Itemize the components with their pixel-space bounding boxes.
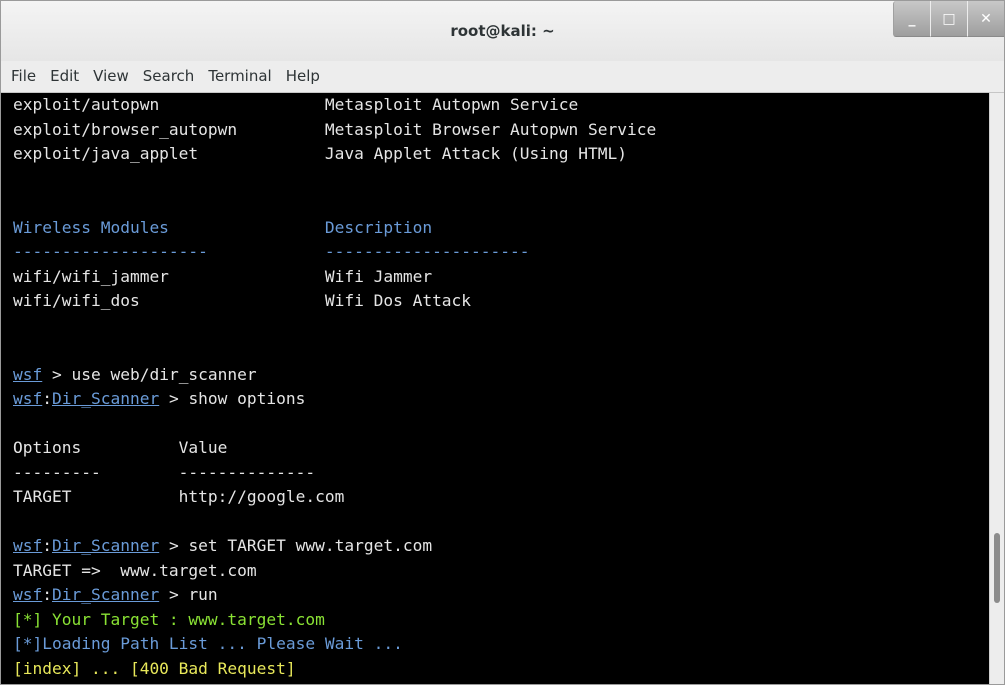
terminal-text: : [42,389,52,408]
terminal-line: wsf > use web/dir_scanner [13,363,991,388]
menu-edit[interactable]: Edit [43,61,86,92]
terminal-line: wifi/wifi_jammer Wifi Jammer [13,265,991,290]
terminal-text: exploit/browser_autopwn Metasploit Brows… [13,119,657,139]
window-controls: _ □ ✕ [893,1,1004,37]
menu-file[interactable]: File [1,61,43,92]
terminal-output[interactable]: exploit/autopwn Metasploit Autopwn Servi… [1,93,991,684]
terminal-text: Options Value [13,438,228,457]
menu-search[interactable]: Search [136,61,202,92]
prompt-link[interactable]: Dir_Scanner [52,389,159,408]
terminal-line: TARGET => www.target.com [13,559,991,584]
terminal-line: [*]Loading Path List ... Please Wait ... [13,632,991,657]
prompt-link[interactable]: Dir_Scanner [52,585,159,604]
prompt-link[interactable]: wsf [13,365,42,384]
terminal-text: wifi/wifi_dos Wifi Dos Attack [13,291,472,310]
terminal-text: Wireless Modules Description [13,217,433,237]
prompt-link[interactable]: wsf [13,389,42,408]
minimize-button[interactable]: _ [893,1,930,37]
prompt-link[interactable]: wsf [13,585,42,604]
menu-help[interactable]: Help [279,61,327,92]
vertical-scrollbar[interactable] [989,93,1004,684]
terminal-text: wifi/wifi_jammer Wifi Jammer [13,266,433,286]
terminal-line: [index] ... [400 Bad Request] [13,657,991,682]
terminal-text: [*] Your Target : www.target.com [13,609,325,629]
terminal-text: > set TARGET www.target.com [159,536,433,555]
menu-bar: File Edit View Search Terminal Help [1,61,1004,93]
menu-terminal[interactable]: Terminal [201,61,278,92]
terminal-line: Options Value [13,436,991,461]
terminal-line: --------- -------------- [13,461,991,486]
terminal-text: [*]Loading Path List ... Please Wait ... [13,634,403,653]
terminal-text: exploit/java_applet Java Applet Attack (… [13,144,627,163]
terminal-line: wsf:Dir_Scanner > set TARGET www.target.… [13,534,991,559]
terminal-text: > run [159,585,218,604]
terminal-line: [*] Your Target : www.target.com [13,608,991,633]
maximize-button[interactable]: □ [930,1,967,37]
terminal-text: exploit/autopwn Metasploit Autopwn Servi… [13,95,579,114]
terminal-text: TARGET => www.target.com [13,560,257,580]
terminal-text: > show options [159,389,306,408]
terminal-text: [index] ... [400 Bad Request] [13,658,296,678]
window-title: root@kali: ~ [450,22,555,40]
terminal-text: -------------------- -------------------… [13,242,530,261]
terminal-line: exploit/browser_autopwn Metasploit Brows… [13,118,991,143]
close-button[interactable]: ✕ [967,1,1004,37]
terminal-text: --------- -------------- [13,462,316,482]
terminal-text: TARGET http://google.com [13,487,345,506]
menu-view[interactable]: View [86,61,136,92]
terminal-line: exploit/java_applet Java Applet Attack (… [13,142,991,167]
prompt-link[interactable]: wsf [13,536,42,555]
title-bar[interactable]: root@kali: ~ _ □ ✕ [1,1,1004,62]
terminal-line: -------------------- -------------------… [13,240,991,265]
terminal-line: wsf:Dir_Scanner > run [13,583,991,608]
terminal-line: wifi/wifi_dos Wifi Dos Attack [13,289,991,314]
prompt-link[interactable]: Dir_Scanner [52,536,159,555]
terminal-line: exploit/autopwn Metasploit Autopwn Servi… [13,93,991,118]
terminal-line: wsf:Dir_Scanner > show options [13,387,991,412]
terminal-text: > use web/dir_scanner [42,364,257,384]
terminal-text: : [42,536,52,555]
terminal-text: : [42,585,52,604]
terminal-line: TARGET http://google.com [13,485,991,510]
terminal-line: Wireless Modules Description [13,216,991,241]
scrollbar-thumb[interactable] [994,533,1000,603]
terminal-window: root@kali: ~ _ □ ✕ File Edit View Search… [0,0,1005,685]
